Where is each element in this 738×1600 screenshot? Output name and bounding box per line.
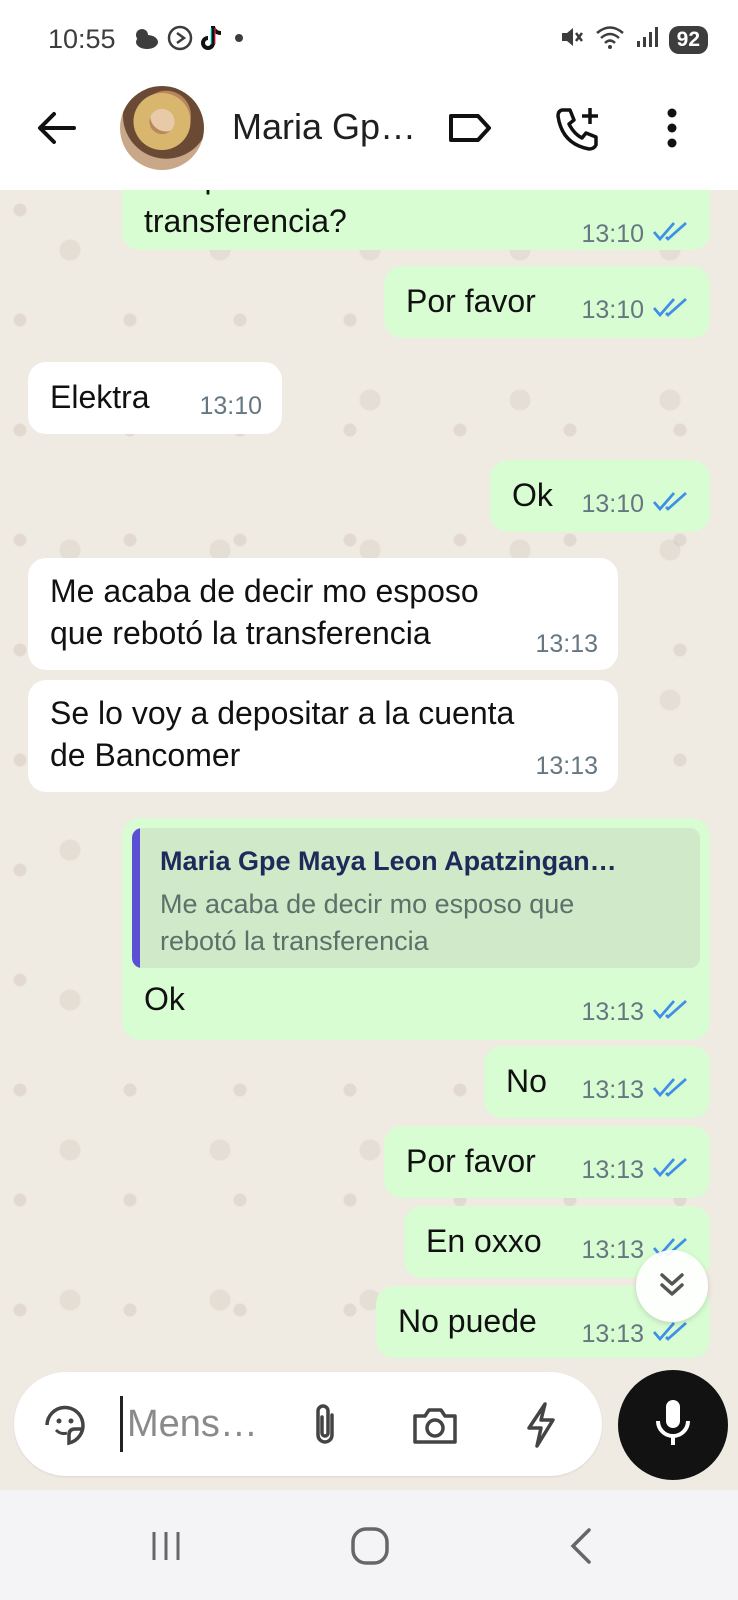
attach-icon[interactable] (298, 1398, 352, 1452)
contact-name[interactable]: Maria Gp… (232, 106, 416, 148)
camera-icon[interactable] (408, 1398, 462, 1452)
dot-icon (232, 31, 246, 50)
message-outgoing[interactable]: De que banco fue la transferencia? 13:10 (122, 190, 710, 250)
double-check-icon (652, 220, 690, 249)
label-icon[interactable] (444, 102, 496, 154)
back-icon[interactable] (550, 1518, 610, 1574)
double-check-icon (652, 1076, 690, 1105)
message-time: 13:13 (535, 630, 598, 658)
status-left-icons (130, 24, 246, 57)
scroll-to-bottom-button[interactable] (636, 1250, 708, 1322)
sticker-icon[interactable] (38, 1398, 92, 1452)
status-bar: 10:55 92 (0, 0, 738, 80)
message-meta: 13:10 (199, 392, 262, 421)
message-meta: 13:13 (535, 630, 598, 659)
double-chevron-down-icon (655, 1267, 689, 1306)
message-text: En oxxo (426, 1223, 542, 1259)
system-nav-bar (0, 1490, 738, 1600)
message-text: Por favor (406, 283, 536, 319)
message-text-partial: De que banco fue la (144, 190, 430, 198)
message-text-line2: que rebotó la transferencia (50, 615, 431, 651)
message-time: 13:13 (581, 1156, 644, 1184)
message-time: 13:13 (581, 998, 644, 1026)
avatar[interactable] (120, 86, 204, 170)
message-text: Ok (512, 477, 553, 513)
message-incoming[interactable]: Se lo voy a depositar a la cuenta de Ban… (28, 680, 618, 792)
message-time: 13:13 (581, 1076, 644, 1104)
message-time: 13:13 (535, 752, 598, 780)
status-time: 10:55 (48, 24, 116, 54)
mic-icon (653, 1397, 693, 1454)
message-outgoing[interactable]: Ok 13:10 (490, 460, 710, 532)
message-text-line1: Me acaba de decir mo esposo (50, 573, 479, 609)
message-outgoing[interactable]: Por favor 13:10 (384, 266, 710, 338)
quote-text-line1: Me acaba de decir mo esposo que (160, 889, 575, 919)
signal-icon (635, 25, 659, 54)
message-meta: 13:13 (535, 752, 598, 781)
quote-bar (132, 828, 140, 968)
message-text: Ok (144, 981, 185, 1017)
quote-author: Maria Gpe Maya Leon Apatzingan… (160, 846, 617, 876)
tiktok-icon (200, 24, 226, 57)
quote-text: Me acaba de decir mo esposo que rebotó l… (160, 886, 670, 960)
double-check-icon (652, 998, 690, 1027)
message-meta: 13:10 (581, 220, 690, 249)
weather-icon (130, 25, 160, 56)
message-meta: 13:13 (581, 998, 690, 1027)
message-outgoing-reply[interactable]: Maria Gpe Maya Leon Apatzingan… Me acaba… (122, 818, 710, 1040)
message-text-line1: Se lo voy a depositar a la cuenta (50, 695, 515, 731)
back-arrow-icon[interactable] (30, 102, 82, 154)
mute-icon (559, 24, 585, 55)
double-check-icon (652, 490, 690, 519)
pause-circle-icon (166, 24, 194, 57)
message-meta: 13:13 (581, 1320, 690, 1349)
more-vert-icon[interactable] (646, 102, 698, 154)
battery-icon: 92 (668, 25, 708, 54)
message-text-line2: de Bancomer (50, 737, 241, 773)
quoted-message[interactable]: Maria Gpe Maya Leon Apatzingan… Me acaba… (132, 828, 700, 968)
flash-icon[interactable] (514, 1398, 568, 1452)
message-input-container[interactable] (14, 1372, 602, 1476)
message-incoming[interactable]: Elektra 13:10 (28, 362, 282, 434)
message-input[interactable] (120, 1396, 290, 1452)
message-time: 13:13 (581, 1236, 644, 1264)
message-outgoing[interactable]: Por favor 13:13 (384, 1126, 710, 1198)
message-text: Elektra (50, 379, 150, 415)
message-time: 13:10 (581, 220, 644, 248)
message-outgoing[interactable]: No 13:13 (484, 1046, 710, 1118)
double-check-icon (652, 1156, 690, 1185)
add-call-icon[interactable] (552, 102, 604, 154)
message-time: 13:13 (581, 1320, 644, 1348)
message-time: 13:10 (199, 392, 262, 420)
message-time: 13:10 (581, 296, 644, 324)
wifi-icon (595, 24, 625, 55)
chat-header: Maria Gp… (0, 80, 738, 190)
home-icon[interactable] (340, 1518, 400, 1574)
chat-area[interactable]: De que banco fue la transferencia? 13:10… (0, 190, 738, 1360)
message-meta: 13:13 (581, 1076, 690, 1105)
double-check-icon (652, 1320, 690, 1349)
recents-icon[interactable] (136, 1518, 196, 1574)
double-check-icon (652, 296, 690, 325)
composer (0, 1360, 738, 1490)
message-meta: 13:10 (581, 490, 690, 519)
message-incoming[interactable]: Me acaba de decir mo esposo que rebotó l… (28, 558, 618, 670)
status-right-icons: 92 (559, 24, 708, 55)
message-text: Por favor (406, 1143, 536, 1179)
message-text: No (506, 1063, 547, 1099)
quote-text-line2: rebotó la transferencia (160, 926, 429, 956)
message-meta: 13:10 (581, 296, 690, 325)
message-text: No puede (398, 1303, 537, 1339)
message-text: transferencia? (144, 203, 347, 239)
message-time: 13:10 (581, 490, 644, 518)
message-meta: 13:13 (581, 1156, 690, 1185)
voice-message-button[interactable] (618, 1370, 728, 1480)
